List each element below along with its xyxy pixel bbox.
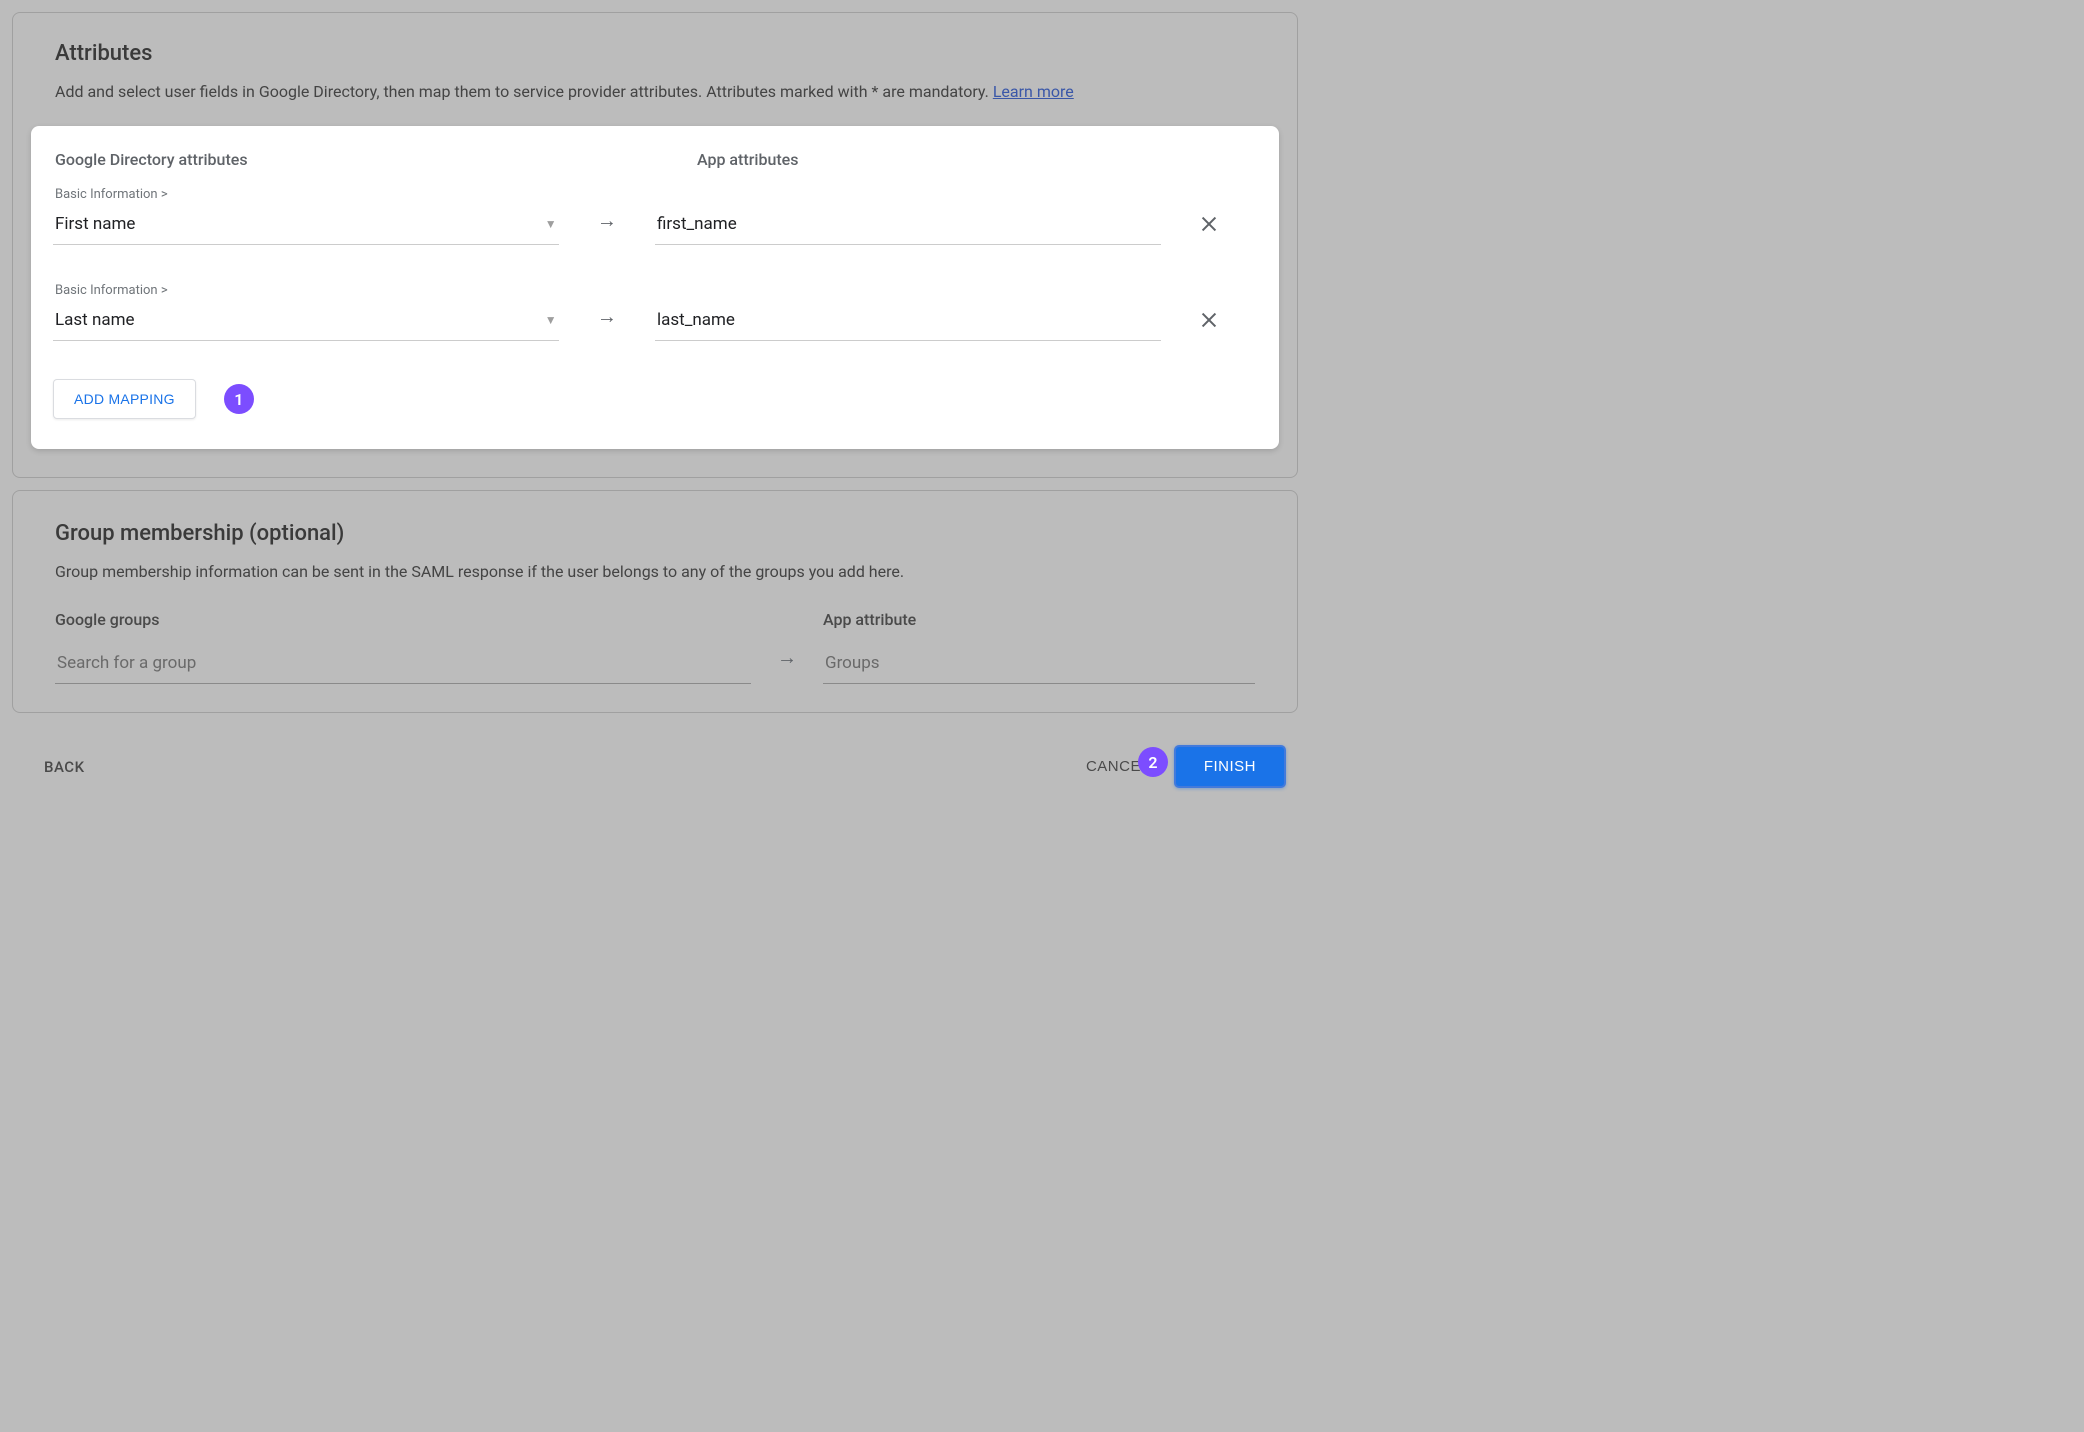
mapping-row: Basic Information > First name ▼ → — [53, 187, 1257, 245]
group-columns: Google groups → App attribute — [55, 610, 1255, 684]
field-prefix: Basic Information > — [53, 187, 559, 202]
google-groups-label: Google groups — [55, 610, 751, 629]
mapping-card: Google Directory attributes App attribut… — [31, 126, 1279, 449]
field-prefix: Basic Information > — [53, 283, 559, 298]
add-mapping-row: ADD MAPPING 1 — [53, 379, 1257, 419]
close-icon[interactable] — [1198, 309, 1220, 335]
group-app-attr-col: App attribute — [823, 610, 1255, 684]
group-app-attr-input[interactable] — [823, 647, 1255, 684]
callout-badge-1: 1 — [224, 384, 254, 414]
arrow-right-icon: → — [559, 304, 655, 341]
dropdown-value: First name — [55, 214, 135, 234]
group-search-input[interactable] — [55, 647, 751, 684]
back-button[interactable]: BACK — [44, 758, 85, 776]
close-icon[interactable] — [1198, 213, 1220, 239]
google-attr-dropdown[interactable]: Last name ▼ — [53, 304, 559, 341]
google-attr-col: Basic Information > Last name ▼ — [53, 283, 559, 341]
add-mapping-button[interactable]: ADD MAPPING — [53, 379, 196, 419]
arrow-right-icon: → — [751, 610, 823, 684]
app-attr-input[interactable] — [655, 208, 1161, 245]
dropdown-value: Last name — [55, 310, 135, 330]
group-app-attribute-label: App attribute — [823, 610, 1255, 629]
app-attr-input[interactable] — [655, 304, 1161, 341]
finish-button[interactable]: FINISH — [1174, 745, 1286, 788]
group-membership-panel: Group membership (optional) Group member… — [12, 490, 1298, 713]
callout-badge-2: 2 — [1138, 747, 1168, 777]
google-attr-dropdown[interactable]: First name ▼ — [53, 208, 559, 245]
attributes-desc-text: Add and select user fields in Google Dir… — [55, 82, 993, 101]
app-attributes-header: App attributes — [655, 150, 1257, 169]
app-attr-col — [655, 304, 1161, 341]
mapping-header-row: Google Directory attributes App attribut… — [53, 150, 1257, 169]
group-membership-description: Group membership information can be sent… — [55, 560, 1255, 584]
group-membership-title: Group membership (optional) — [55, 521, 1255, 546]
learn-more-link[interactable]: Learn more — [993, 82, 1074, 101]
mapping-row: Basic Information > Last name ▼ → — [53, 283, 1257, 341]
app-attr-col — [655, 208, 1161, 245]
footer-row: BACK CANCEL 2 FINISH — [0, 725, 1310, 806]
chevron-down-icon: ▼ — [545, 217, 557, 231]
arrow-right-icon: → — [559, 208, 655, 245]
google-groups-col: Google groups — [55, 610, 751, 684]
google-attr-col: Basic Information > First name ▼ — [53, 187, 559, 245]
chevron-down-icon: ▼ — [545, 313, 557, 327]
attributes-panel: Attributes Add and select user fields in… — [12, 12, 1298, 478]
attributes-description: Add and select user fields in Google Dir… — [55, 80, 1255, 104]
google-directory-header: Google Directory attributes — [53, 150, 655, 169]
attributes-title: Attributes — [55, 41, 1255, 66]
